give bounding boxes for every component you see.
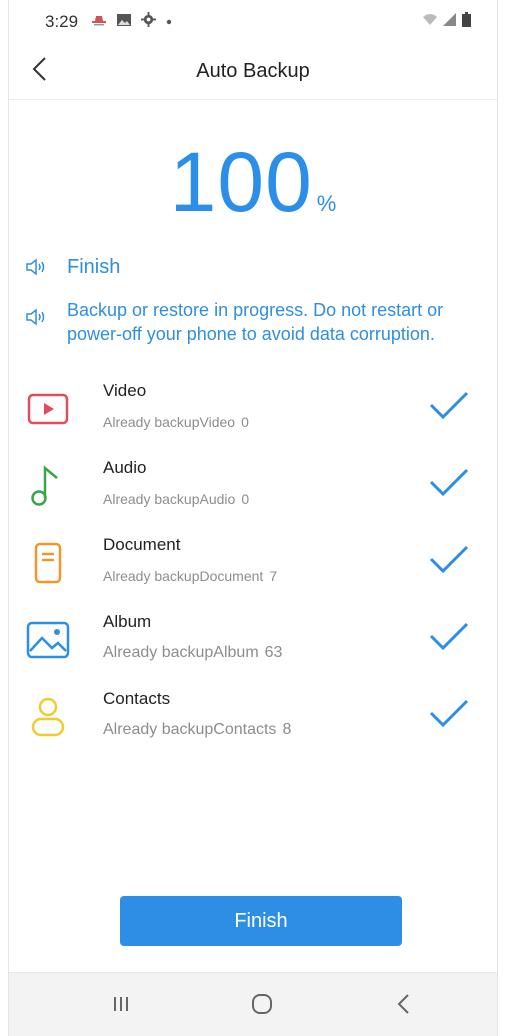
back-icon xyxy=(396,993,412,1020)
battery-icon xyxy=(462,12,471,32)
navigation-bar xyxy=(9,972,497,1036)
item-status: Already backupAudio 0 xyxy=(103,491,250,507)
backup-progress: 100% xyxy=(9,134,497,231)
warning-notice: Backup or restore in progress. Do not re… xyxy=(25,298,485,346)
header: Auto Backup xyxy=(9,44,497,100)
item-name: Contacts xyxy=(103,689,171,708)
document-icon xyxy=(25,541,71,585)
finish-notice-text: Finish xyxy=(67,256,121,278)
list-item-document: Document Already backupDocument 7 xyxy=(9,529,497,606)
item-status: Already backupDocument 7 xyxy=(103,568,278,584)
status-bar: 3:29 xyxy=(9,0,497,40)
progress-value: 100 xyxy=(169,135,313,229)
signal-icon xyxy=(443,13,457,31)
video-icon xyxy=(25,387,71,431)
checkmark-icon xyxy=(427,697,471,731)
item-status: Already backupVideo 0 xyxy=(103,414,249,430)
item-name: Document xyxy=(103,535,181,554)
recents-icon xyxy=(110,994,132,1019)
speaker-icon xyxy=(25,298,51,346)
home-button[interactable] xyxy=(242,991,282,1021)
speaker-icon xyxy=(25,255,51,281)
wifi-icon xyxy=(422,13,438,31)
phone-screen: 3:29 Auto Backup 100 % Finish Backup or … xyxy=(8,0,498,1036)
nav-back-button[interactable] xyxy=(384,991,424,1021)
page-title: Auto Backup xyxy=(196,60,310,82)
album-icon xyxy=(25,618,71,662)
finish-button[interactable]: Finish xyxy=(120,896,402,946)
list-item-video: Video Already backupVideo 0 xyxy=(9,375,497,452)
status-icons-left xyxy=(91,12,173,32)
dot-icon xyxy=(165,13,173,31)
item-count: 63 xyxy=(264,644,283,661)
home-icon xyxy=(250,992,274,1021)
status-icons-right xyxy=(422,12,471,32)
progress-unit: % xyxy=(316,191,337,216)
list-item-album: Album Already backupAlbum 63 xyxy=(9,606,497,683)
item-status: Already backupAlbum 63 xyxy=(103,644,283,661)
warning-notice-text: Backup or restore in progress. Do not re… xyxy=(67,300,444,344)
checkmark-icon xyxy=(427,466,471,500)
hat-icon xyxy=(91,13,107,32)
item-count: 0 xyxy=(241,414,249,430)
item-status: Already backupContacts 8 xyxy=(103,721,292,738)
image-icon xyxy=(116,13,132,32)
item-name: Audio xyxy=(103,458,147,477)
status-time: 3:29 xyxy=(45,12,79,31)
contacts-icon xyxy=(25,695,71,739)
checkmark-icon xyxy=(427,543,471,577)
item-count: 0 xyxy=(241,491,250,507)
list-item-audio: Audio Already backupAudio 0 xyxy=(9,452,497,529)
item-count: 8 xyxy=(282,721,292,738)
checkmark-icon xyxy=(427,389,471,423)
music-note-icon xyxy=(25,464,71,508)
item-name: Video xyxy=(103,381,147,400)
backup-list: Video Already backupVideo 0 Audio Already… xyxy=(9,375,497,760)
list-item-contacts: Contacts Already backupContacts 8 xyxy=(9,683,497,760)
checkmark-icon xyxy=(427,620,471,654)
recents-button[interactable] xyxy=(101,991,141,1021)
item-count: 7 xyxy=(269,568,278,584)
item-name: Album xyxy=(103,612,152,631)
finish-notice: Finish xyxy=(25,255,485,281)
gear-icon xyxy=(141,12,156,32)
